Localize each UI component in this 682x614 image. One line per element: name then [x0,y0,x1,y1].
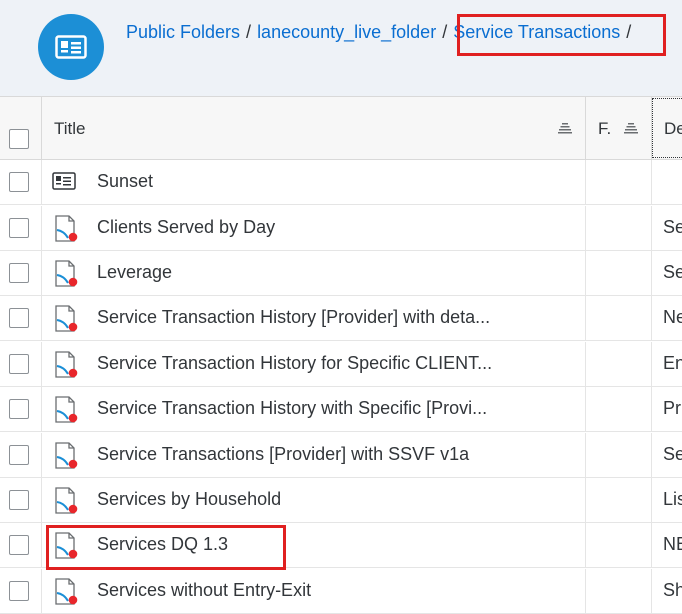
cell-divider [651,206,652,250]
row-checkbox[interactable] [9,218,29,238]
report-icon [52,304,82,339]
table-row[interactable]: Leverage Se [0,251,682,296]
cell-divider [41,387,42,431]
row-checkbox[interactable] [9,581,29,601]
row-title[interactable]: Services DQ 1.3 [97,534,228,555]
column-header-title[interactable]: Title [54,119,86,139]
row-checkbox[interactable] [9,399,29,419]
header-bar: Public Folders / lanecounty_live_folder / Se… [0,0,682,96]
cell-divider [651,296,652,340]
row-checkbox[interactable] [9,308,29,328]
cell-divider [585,433,586,477]
sort-icon[interactable] [624,121,638,135]
report-icon [52,259,82,294]
row-checkbox[interactable] [9,445,29,465]
row-title[interactable]: Service Transaction History [Provider] w… [97,307,490,328]
row-title[interactable]: Services by Household [97,489,281,510]
row-description: Sh [663,580,682,600]
cell-divider [651,251,652,295]
column-header-f[interactable]: F. [598,119,611,139]
table-row[interactable]: Service Transaction History for Specific… [0,342,682,387]
row-checkbox[interactable] [9,535,29,555]
cell-divider [651,160,652,204]
cell-divider [41,569,42,613]
row-description: Ne [663,307,682,327]
cell-divider [585,478,586,522]
row-description: En [663,353,682,373]
cell-divider [585,523,586,567]
cell-divider [585,569,586,613]
table-row[interactable]: Service Transaction History [Provider] w… [0,296,682,341]
cell-divider [651,342,652,386]
breadcrumb-lanecounty-live-folder[interactable]: lanecounty_live_folder [257,22,436,42]
breadcrumb-separator: / [246,22,252,42]
report-icon [52,395,82,430]
table-row[interactable]: Clients Served by Day Se [0,206,682,251]
cell-divider [41,160,42,204]
cell-divider [41,296,42,340]
cell-divider [585,387,586,431]
cell-divider [41,433,42,477]
row-title[interactable]: Services without Entry-Exit [97,580,311,601]
breadcrumb-public-folders[interactable]: Public Folders [126,22,240,42]
report-icon [52,441,82,476]
cell-divider [41,478,42,522]
row-description: Lis [663,489,682,509]
report-icon [52,214,82,249]
row-checkbox[interactable] [9,263,29,283]
column-divider [585,97,586,159]
column-divider [41,97,42,159]
row-description: Se [663,217,682,237]
column-header-description[interactable]: De [664,119,682,139]
table-row[interactable]: Services by Household Lis [0,478,682,523]
cell-divider [651,478,652,522]
report-icon [52,531,82,566]
cell-divider [41,523,42,567]
cell-divider [585,206,586,250]
cell-divider [585,251,586,295]
row-title[interactable]: Service Transaction History with Specifi… [97,398,487,419]
row-description: Se [663,262,682,282]
table-row[interactable]: Service Transactions [Provider] with SSV… [0,433,682,478]
breadcrumb-service-transactions[interactable]: Service Transactions [453,22,620,42]
table-row[interactable]: Services without Entry-Exit Sh [0,569,682,614]
table-header: Title F. De [0,96,682,160]
cell-divider [585,160,586,204]
table-row[interactable]: Sunset [0,160,682,205]
row-description: Se [663,444,682,464]
row-checkbox[interactable] [9,490,29,510]
breadcrumb-separator: / [626,22,632,42]
cell-divider [41,342,42,386]
row-title[interactable]: Service Transactions [Provider] with SSV… [97,444,469,465]
cell-divider [41,206,42,250]
folder-avatar[interactable] [38,14,104,80]
row-checkbox[interactable] [9,172,29,192]
breadcrumb: Public Folders / lanecounty_live_folder / Se… [126,22,637,43]
row-title[interactable]: Service Transaction History for Specific… [97,353,492,374]
breadcrumb-separator: / [442,22,448,42]
cell-divider [651,569,652,613]
report-icon [52,486,82,521]
table-row[interactable]: Services DQ 1.3 NE [0,523,682,568]
cell-divider [41,251,42,295]
sort-icon[interactable] [558,121,572,135]
select-all-checkbox[interactable] [9,129,29,149]
row-title[interactable]: Sunset [97,171,153,192]
report-icon [52,350,82,385]
row-description: NE [663,534,682,554]
cell-divider [651,387,652,431]
row-description: Pr [663,398,681,418]
row-checkbox[interactable] [9,354,29,374]
row-title[interactable]: Clients Served by Day [97,217,275,238]
folder-icon [52,172,76,195]
table-row[interactable]: Service Transaction History with Specifi… [0,387,682,432]
cell-divider [585,296,586,340]
cell-divider [651,523,652,567]
cell-divider [651,433,652,477]
row-title[interactable]: Leverage [97,262,172,283]
folder-card-icon [55,35,87,59]
cell-divider [585,342,586,386]
report-icon [52,577,82,612]
